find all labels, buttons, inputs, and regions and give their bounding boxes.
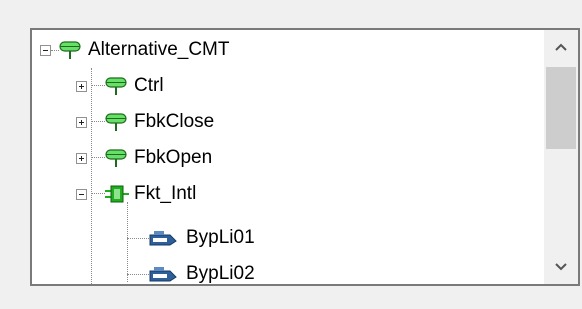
- expand-toggle-icon[interactable]: [76, 81, 87, 92]
- chevron-down-icon: [555, 263, 567, 271]
- signal-tag-icon: [149, 231, 177, 246]
- scroll-down-button[interactable]: [544, 250, 578, 284]
- tree-item-label: FbkOpen: [134, 147, 213, 168]
- chevron-up-icon: [555, 43, 567, 51]
- tree-item-label: Ctrl: [134, 75, 164, 96]
- signal-group-icon: [105, 149, 127, 167]
- scroll-up-button[interactable]: [544, 30, 578, 64]
- signal-group-icon: [105, 113, 127, 131]
- tree-item-label: BypLi02: [186, 263, 255, 284]
- tree-item-label: Fkt_Intl: [134, 183, 197, 204]
- collapse-toggle-icon[interactable]: [40, 45, 51, 56]
- tree-item-fkt-intl[interactable]: Fkt_Intl: [32, 176, 532, 212]
- expand-toggle-icon[interactable]: [76, 117, 87, 128]
- tree-item-ctrl[interactable]: Ctrl: [32, 68, 532, 104]
- tree-item-label: Alternative_CMT: [88, 39, 230, 60]
- tree-item-label: BypLi01: [186, 227, 255, 248]
- tree-item-alternative-cmt[interactable]: Alternative_CMT: [32, 32, 532, 68]
- tree-item-byplio1[interactable]: BypLi01: [32, 220, 532, 256]
- signal-tag-icon: [149, 267, 177, 282]
- signal-group-icon: [105, 77, 127, 95]
- tree-view-frame: Alternative_CMT Ctrl FbkClose FbkOpen Fk…: [30, 28, 580, 286]
- tree-item-label: FbkClose: [134, 111, 215, 132]
- vertical-scrollbar[interactable]: [544, 30, 578, 284]
- function-block-icon: [105, 185, 129, 203]
- tree-view[interactable]: Alternative_CMT Ctrl FbkClose FbkOpen Fk…: [32, 30, 544, 284]
- expand-toggle-icon[interactable]: [76, 153, 87, 164]
- scroll-thumb[interactable]: [546, 67, 576, 149]
- signal-group-icon: [59, 41, 81, 59]
- tree-item-byplio2[interactable]: BypLi02: [32, 256, 532, 284]
- tree-connector-h: [51, 50, 59, 51]
- collapse-toggle-icon[interactable]: [76, 189, 87, 200]
- tree-item-fbkopen[interactable]: FbkOpen: [32, 140, 532, 176]
- tree-item-fbkclose[interactable]: FbkClose: [32, 104, 532, 140]
